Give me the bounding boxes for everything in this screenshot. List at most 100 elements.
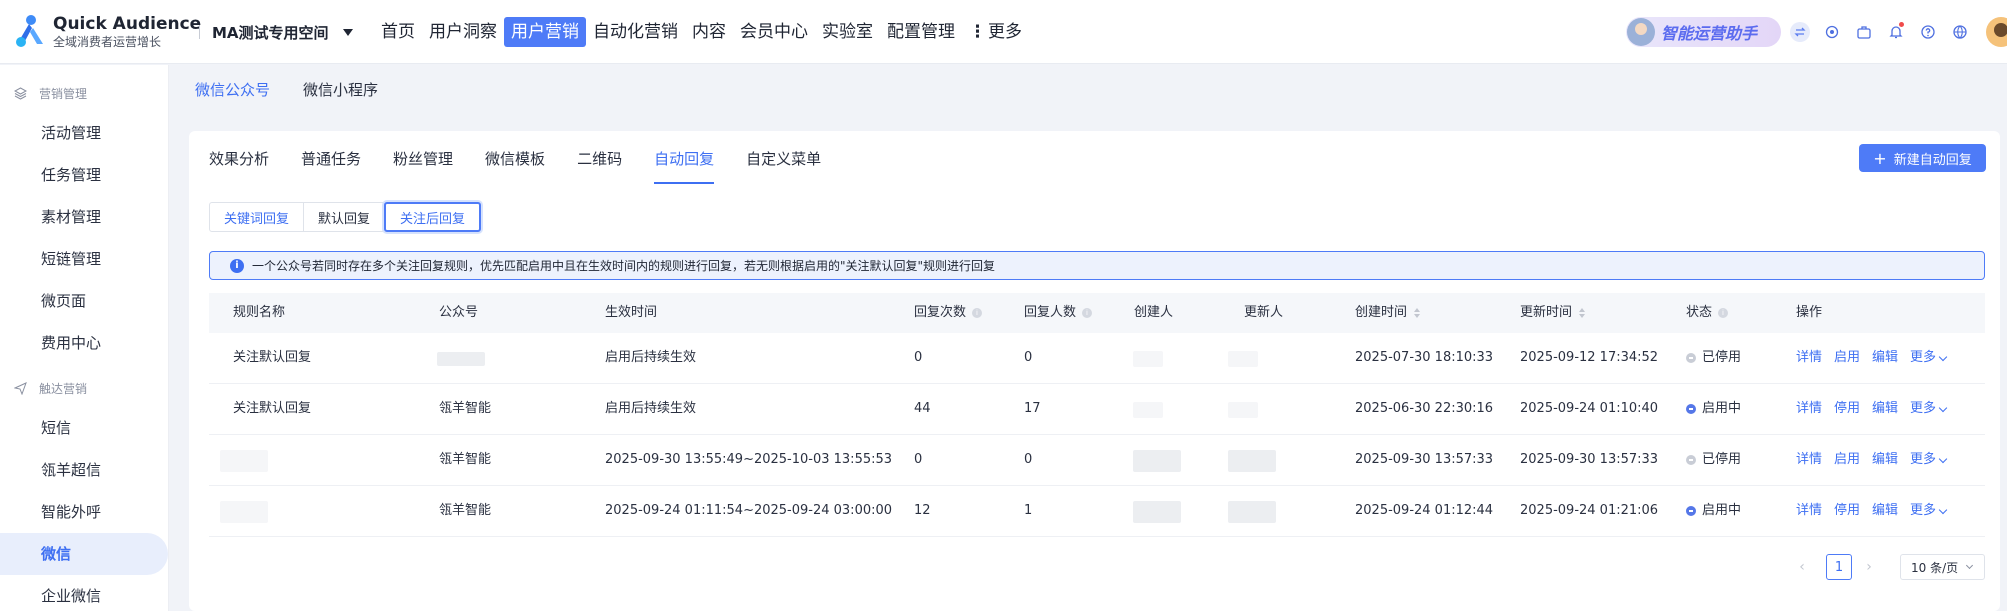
sidebar-item-work-wechat[interactable]: 企业微信 [0, 575, 168, 611]
tab-qrcode[interactable]: 二维码 [577, 148, 622, 184]
top-menu-user-insight[interactable]: 用户洞察 [422, 17, 504, 47]
edit-link[interactable]: 编辑 [1872, 384, 1898, 434]
cell-reply-users: 1 [1024, 503, 1033, 518]
tab-auto-reply[interactable]: 自动回复 [654, 148, 715, 184]
more-label: 更多 [1910, 452, 1937, 467]
more-label: 更多 [1910, 350, 1937, 365]
th-created-time[interactable]: 创建时间 [1355, 293, 1421, 333]
info-icon: i [230, 258, 244, 273]
top-menu-content[interactable]: 内容 [685, 17, 733, 47]
tab-custom-menu[interactable]: 自定义菜单 [746, 148, 821, 184]
toggle-link[interactable]: 停用 [1834, 486, 1860, 536]
notice-text: 一个公众号若同时存在多个关注回复规则，优先匹配启用中且在生效时间内的规则进行回复… [252, 259, 996, 273]
top-menu-user-marketing[interactable]: 用户营销 [504, 17, 586, 47]
sidebar-item-task[interactable]: 任务管理 [0, 154, 168, 196]
more-dropdown[interactable]: 更多 [1910, 486, 1948, 536]
new-auto-reply-button[interactable]: + 新建自动回复 [1859, 144, 1986, 172]
more-dropdown[interactable]: 更多 [1910, 333, 1948, 383]
detail-link[interactable]: 详情 [1796, 384, 1822, 434]
status-text: 已停用 [1702, 350, 1742, 365]
top-menu-more[interactable]: ⋮ 更多 [962, 17, 1029, 47]
subtab-mini-program[interactable]: 微信小程序 [303, 79, 378, 99]
segment-follow-reply[interactable]: 关注后回复 [384, 202, 482, 232]
th-effective-time: 生效时间 [605, 293, 657, 333]
sidebar-item-activity[interactable]: 活动管理 [0, 112, 168, 154]
sidebar-item-smart-call[interactable]: 智能外呼 [0, 491, 168, 533]
sidebar-item-cost-center[interactable]: 费用中心 [0, 322, 168, 364]
status-stopped-icon [1686, 455, 1696, 465]
more-dropdown[interactable]: 更多 [1910, 435, 1948, 485]
subtab-official-account[interactable]: 微信公众号 [195, 79, 270, 99]
status-text: 启用中 [1702, 401, 1742, 416]
caret-down-icon [342, 28, 353, 36]
tab-fans[interactable]: 粉丝管理 [393, 148, 453, 184]
sort-icon[interactable] [1579, 308, 1586, 318]
page-size-select[interactable]: 10 条/页 [1900, 554, 1985, 580]
toggle-link[interactable]: 启用 [1834, 435, 1860, 485]
edit-link[interactable]: 编辑 [1872, 486, 1898, 536]
sidebar-item-shortlink[interactable]: 短链管理 [0, 238, 168, 280]
top-menu-member-center[interactable]: 会员中心 [733, 17, 815, 47]
prev-page-button[interactable]: ‹ [1793, 554, 1811, 580]
more-label: 更多 [1910, 503, 1937, 518]
segment-default-reply[interactable]: 默认回复 [303, 202, 386, 232]
detail-link[interactable]: 详情 [1796, 486, 1822, 536]
cell-reply-count: 44 [914, 401, 931, 416]
workspace-selector[interactable]: MA测试专用空间 [212, 21, 353, 43]
sidebar-item-material[interactable]: 素材管理 [0, 196, 168, 238]
top-menu-automation[interactable]: 自动化营销 [586, 17, 685, 47]
tab-normal-task[interactable]: 普通任务 [301, 148, 361, 184]
sidebar-item-super-message[interactable]: 瓴羊超信 [0, 449, 168, 491]
chevron-down-icon [1938, 352, 1948, 361]
edit-link[interactable]: 编辑 [1872, 333, 1898, 383]
redacted-rule-name [220, 501, 268, 523]
more-dropdown[interactable]: 更多 [1910, 384, 1948, 434]
info-icon[interactable]: i [972, 308, 983, 318]
th-updated-time[interactable]: 更新时间 [1520, 293, 1586, 333]
tab-template[interactable]: 微信模板 [485, 148, 545, 184]
top-menu-home[interactable]: 首页 [374, 17, 422, 47]
app-settings-icon[interactable] [1822, 22, 1842, 42]
top-menu-lab[interactable]: 实验室 [815, 17, 880, 47]
status-active-icon [1686, 506, 1696, 516]
quick-audience-logo-icon[interactable] [15, 14, 47, 48]
page-number-1[interactable]: 1 [1826, 554, 1852, 580]
user-avatar[interactable] [1986, 17, 2007, 47]
sidebar-group-reach: 触达营销 [14, 380, 87, 397]
table-row: 瓴羊智能 2025-09-30 13:55:49~2025-10-03 13:5… [209, 435, 1985, 486]
sidebar-item-wechat[interactable]: 微信 [0, 533, 168, 575]
sidebar-item-micropage[interactable]: 微页面 [0, 280, 168, 322]
toggle-link[interactable]: 启用 [1834, 333, 1860, 383]
detail-link[interactable]: 详情 [1796, 333, 1822, 383]
globe-icon[interactable] [1950, 22, 1970, 42]
sort-icon[interactable] [1414, 308, 1421, 318]
cell-reply-count: 0 [914, 452, 923, 467]
th-status: 状态 i [1686, 293, 1729, 333]
next-page-button[interactable]: › [1860, 554, 1878, 580]
briefcase-icon[interactable] [1854, 22, 1874, 42]
swap-icon[interactable] [1790, 22, 1810, 42]
top-menu-config[interactable]: 配置管理 [880, 17, 962, 47]
cell-effective-time: 2025-09-24 01:11:54~2025-09-24 03:00:00 [605, 503, 893, 518]
th-creator: 创建人 [1134, 293, 1173, 333]
toggle-link[interactable]: 停用 [1834, 384, 1860, 434]
sidebar-item-sms[interactable]: 短信 [0, 407, 168, 449]
detail-link[interactable]: 详情 [1796, 435, 1822, 485]
edit-link[interactable]: 编辑 [1872, 435, 1898, 485]
cell-effective-time: 启用后持续生效 [605, 401, 697, 416]
cell-created-time: 2025-09-24 01:12:44 [1355, 503, 1494, 518]
cell-account: 瓴羊智能 [439, 503, 492, 518]
tab-effect-analysis[interactable]: 效果分析 [209, 148, 269, 184]
th-label: 回复人数 [1024, 305, 1077, 320]
workspace-label: MA测试专用空间 [212, 23, 329, 42]
info-icon[interactable]: i [1082, 308, 1093, 318]
bell-icon[interactable] [1886, 22, 1906, 42]
chevron-down-icon [1938, 505, 1948, 514]
info-icon[interactable]: i [1718, 308, 1729, 318]
redacted-creator [1133, 402, 1163, 418]
ai-assistant-button[interactable]: 智能运营助手 [1626, 17, 1781, 47]
cell-created-time: 2025-09-30 13:57:33 [1355, 452, 1494, 467]
row-actions: 详情 启用 编辑 更多 [1796, 435, 1948, 485]
help-icon[interactable] [1918, 22, 1938, 42]
segment-keyword-reply[interactable]: 关键词回复 [209, 202, 305, 232]
